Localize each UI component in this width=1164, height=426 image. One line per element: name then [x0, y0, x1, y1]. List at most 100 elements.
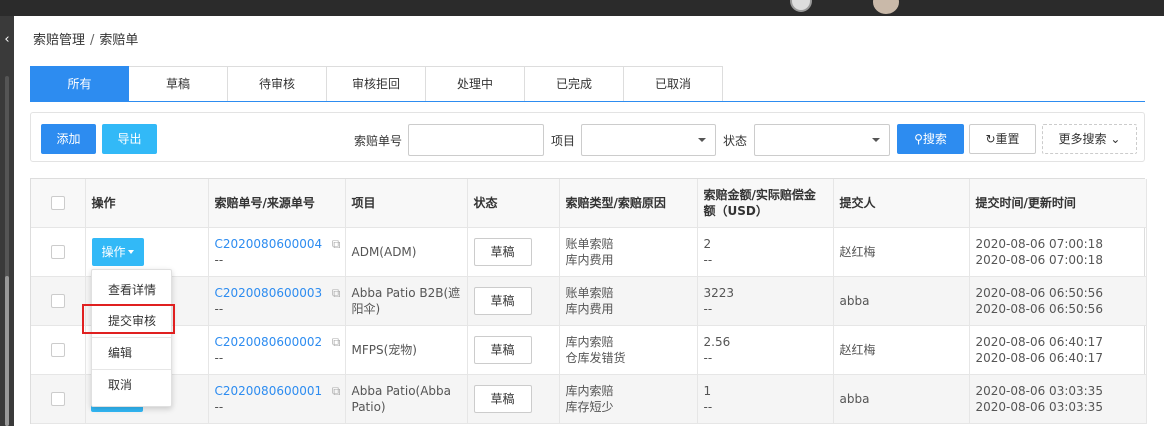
claim-no-link[interactable]: C2020080600004 [215, 236, 339, 252]
header-submitter: 提交人 [833, 179, 970, 228]
claim-no-link[interactable]: C2020080600003 [215, 285, 339, 301]
caret-down-icon [127, 250, 134, 254]
row-checkbox[interactable] [50, 293, 65, 308]
row-select-cell [31, 227, 86, 277]
submitter-cell: abba [833, 374, 970, 424]
claim-type: 库内索赔 [565, 334, 614, 349]
tab-cancelled[interactable]: 已取消 [624, 66, 723, 102]
claim-no-input[interactable] [408, 124, 544, 156]
submitter-cell: 赵红梅 [833, 227, 970, 277]
claim-amount: 3223 [703, 285, 735, 300]
search-button-label: 搜索 [922, 132, 947, 146]
search-panel: 添加 导出 索赔单号 项目 状态 ⚲搜索 ↻重置 更多搜索 ⌄ [30, 112, 1145, 162]
menu-item-view-details[interactable]: 查看详情 [92, 275, 171, 306]
tabs-underline [30, 101, 1145, 102]
export-button[interactable]: 导出 [102, 124, 157, 154]
status-cell: 草稿 [467, 276, 560, 326]
claim-type-cell: 库内索赔 仓库发错货 [559, 325, 698, 375]
top-bar [0, 0, 1164, 16]
claim-type-cell: 账单索赔 库内费用 [559, 227, 698, 277]
time-cell: 2020-08-06 06:50:56 2020-08-06 06:50:56 [969, 276, 1147, 326]
claim-no-cell: ⧉ C2020080600002 -- [208, 325, 346, 375]
tab-rejected[interactable]: 审核拒回 [327, 66, 426, 102]
claims-table: 操作 索赔单号/来源单号 项目 状态 索赔类型/索赔原因 索赔金额/实际赔偿金额… [30, 178, 1147, 424]
claim-amount: 2.56 [703, 334, 731, 349]
created-time: 2020-08-06 06:50:56 [975, 285, 1103, 300]
claim-type: 账单索赔 [565, 236, 614, 251]
copy-icon[interactable]: ⧉ [332, 236, 341, 252]
header-project: 项目 [345, 179, 468, 228]
sidebar: ‹ [0, 16, 14, 426]
project-select[interactable] [581, 124, 716, 156]
copy-icon[interactable]: ⧉ [332, 334, 341, 350]
status-badge[interactable]: 草稿 [473, 384, 532, 413]
header-claim-type: 索赔类型/索赔原因 [559, 179, 698, 228]
menu-item-edit[interactable]: 编辑 [92, 338, 171, 369]
source-no: -- [214, 399, 224, 414]
time-cell: 2020-08-06 03:03:35 2020-08-06 03:03:35 [969, 374, 1147, 424]
time-cell: 2020-08-06 07:00:18 2020-08-06 07:00:18 [969, 227, 1147, 277]
status-select[interactable] [754, 124, 890, 156]
claim-reason: 库内费用 [565, 252, 614, 267]
header-claim-no: 索赔单号/来源单号 [208, 179, 346, 228]
actual-amount: -- [703, 252, 713, 267]
select-all-cell [31, 179, 86, 228]
tab-pending-review[interactable]: 待审核 [228, 66, 327, 102]
table-row: 操作 ⧉ C2020080600004 -- ADM(ADM) 草稿 账单索赔 库内费… [31, 227, 1147, 277]
row-checkbox[interactable] [50, 391, 65, 406]
claim-no-link[interactable]: C2020080600001 [215, 383, 339, 399]
amount-cell: 1 -- [697, 374, 834, 424]
status-label: 状态 [723, 134, 748, 148]
project-cell: Abba Patio B2B(遮阳伞) [345, 276, 468, 326]
scrollbar-thumb[interactable] [5, 276, 9, 426]
claim-type: 库内索赔 [565, 383, 614, 398]
operation-dropdown-menu: 查看详情 提交审核 编辑 取消 [91, 269, 172, 407]
updated-time: 2020-08-06 06:40:17 [975, 350, 1103, 365]
table-row: ⧉ C2020080600002 -- MFPS(宠物) 草稿 库内索赔 仓库发错货 … [31, 325, 1147, 375]
submitter-cell: abba [833, 276, 970, 326]
claim-reason: 库内费用 [565, 301, 614, 316]
copy-icon[interactable]: ⧉ [332, 383, 341, 399]
operation-button-label: 操作 [101, 244, 126, 259]
claim-reason: 库存短少 [565, 399, 614, 414]
operation-button[interactable]: 操作 [91, 237, 144, 266]
user-avatar[interactable] [790, 0, 812, 12]
status-badge[interactable]: 草稿 [473, 237, 532, 266]
row-select-cell [31, 325, 86, 375]
time-cell: 2020-08-06 06:40:17 2020-08-06 06:40:17 [969, 325, 1147, 375]
row-checkbox[interactable] [50, 244, 65, 259]
status-badge[interactable]: 草稿 [473, 286, 532, 315]
copy-icon[interactable]: ⧉ [332, 285, 341, 301]
tab-all[interactable]: 所有 [30, 66, 129, 102]
tab-processing[interactable]: 处理中 [426, 66, 525, 102]
status-cell: 草稿 [467, 325, 560, 375]
project-label: 项目 [551, 134, 576, 148]
more-search-button[interactable]: 更多搜索 ⌄ [1042, 124, 1137, 154]
claim-amount: 2 [703, 236, 712, 251]
highlight-box [82, 304, 175, 334]
breadcrumb-parent[interactable]: 索赔管理 [33, 33, 85, 48]
tab-draft[interactable]: 草稿 [129, 66, 228, 102]
tab-completed[interactable]: 已完成 [525, 66, 624, 102]
claim-amount: 1 [703, 383, 712, 398]
reset-button[interactable]: ↻重置 [969, 124, 1036, 154]
chevron-left-icon[interactable]: ‹ [0, 30, 14, 50]
profile-avatar[interactable] [873, 0, 899, 14]
claim-no-label: 索赔单号 [354, 134, 403, 148]
select-all-checkbox[interactable] [50, 195, 65, 210]
breadcrumb: 索赔管理 / 索赔单 [33, 29, 138, 48]
status-badge[interactable]: 草稿 [473, 335, 532, 364]
updated-time: 2020-08-06 03:03:35 [975, 399, 1103, 414]
add-button[interactable]: 添加 [41, 124, 96, 154]
row-select-cell [31, 374, 86, 424]
project-cell: Abba Patio(Abba Patio) [345, 374, 468, 424]
search-button[interactable]: ⚲搜索 [897, 124, 964, 154]
breadcrumb-current: 索赔单 [99, 33, 139, 48]
row-select-cell [31, 276, 86, 326]
row-checkbox[interactable] [50, 342, 65, 357]
claim-no-link[interactable]: C2020080600002 [215, 334, 339, 350]
menu-item-cancel[interactable]: 取消 [92, 370, 171, 401]
claim-no-cell: ⧉ C2020080600003 -- [208, 276, 346, 326]
created-time: 2020-08-06 07:00:18 [975, 236, 1103, 251]
table-row: ⧉ C2020080600003 -- Abba Patio B2B(遮阳伞) 草稿… [31, 276, 1147, 326]
